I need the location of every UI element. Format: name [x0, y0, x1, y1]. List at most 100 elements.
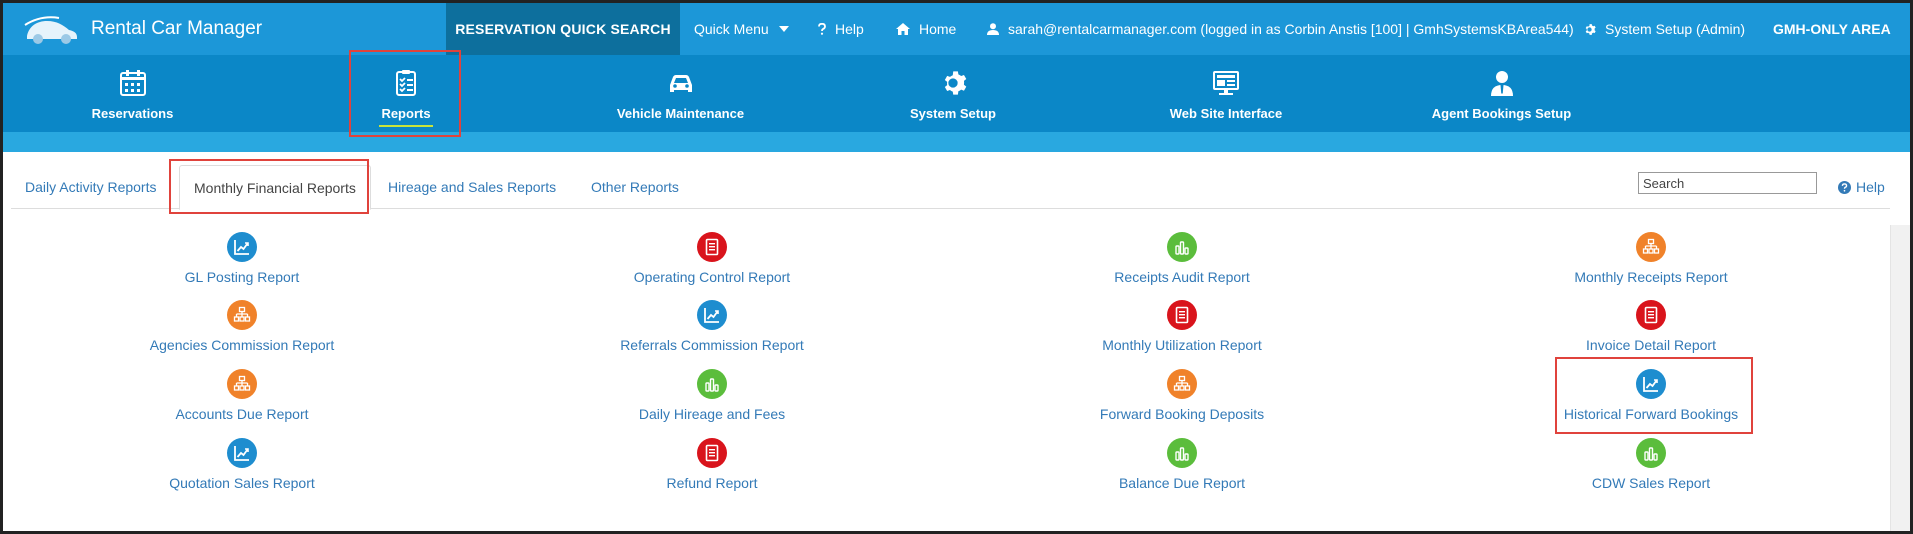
report-link[interactable]: Balance Due Report — [1119, 475, 1245, 491]
nav-accent-strip — [3, 132, 1910, 152]
user-account-link[interactable]: sarah@rentalcarmanager.com (logged in as… — [987, 3, 1574, 55]
chart-icon — [227, 232, 257, 262]
search-input[interactable] — [1638, 172, 1817, 194]
system-setup-admin-link[interactable]: System Setup (Admin) — [1583, 3, 1745, 55]
question-circle-icon — [1838, 180, 1851, 194]
bar-chart-icon — [1644, 447, 1658, 461]
report-item-quotation-sales-report[interactable]: Quotation Sales Report — [82, 438, 402, 491]
document-icon — [1644, 306, 1658, 324]
car-logo-icon — [24, 16, 77, 44]
help-top-link[interactable]: Help — [818, 3, 864, 55]
hierarchy-icon — [227, 300, 257, 330]
brand-name: Rental Car Manager — [91, 18, 263, 39]
nav-reservations-label: Reservations — [91, 106, 174, 121]
nav-reports[interactable]: Reports — [356, 55, 456, 132]
question-icon — [818, 23, 826, 35]
report-link[interactable]: Daily Hireage and Fees — [639, 406, 785, 422]
help-link[interactable]: Help — [1838, 179, 1885, 195]
nav-reservations[interactable]: Reservations — [65, 55, 200, 132]
report-item-historical-forward-bookings[interactable]: Historical Forward Bookings — [1491, 369, 1811, 422]
report-item-monthly-utilization-report[interactable]: Monthly Utilization Report — [1022, 300, 1342, 353]
bar-chart-icon — [705, 378, 719, 392]
report-item-monthly-receipts-report[interactable]: Monthly Receipts Report — [1491, 232, 1811, 285]
report-item-accounts-due-report[interactable]: Accounts Due Report — [82, 369, 402, 422]
report-item-refund-report[interactable]: Refund Report — [552, 438, 872, 491]
car-icon — [669, 75, 692, 92]
report-link[interactable]: CDW Sales Report — [1592, 475, 1710, 491]
clipboard-checklist-icon — [396, 70, 416, 96]
tab-other-reports[interactable]: Other Reports — [591, 165, 679, 209]
report-link[interactable]: Accounts Due Report — [175, 406, 308, 422]
tab-monthly-financial-reports[interactable]: Monthly Financial Reports — [179, 165, 371, 210]
main-nav: Reservations Reports Vehicle Maintenance — [3, 55, 1910, 132]
report-link[interactable]: Quotation Sales Report — [169, 475, 315, 491]
report-item-agencies-commission-report[interactable]: Agencies Commission Report — [82, 300, 402, 353]
chart-icon — [697, 300, 727, 330]
quick-menu-label: Quick Menu — [694, 21, 769, 37]
report-link[interactable]: Refund Report — [666, 475, 757, 491]
report-link[interactable]: Invoice Detail Report — [1586, 337, 1716, 353]
report-link[interactable]: Forward Booking Deposits — [1100, 406, 1264, 422]
agent-icon — [1490, 71, 1513, 96]
nav-agent-bookings-setup-label: Agent Bookings Setup — [1431, 106, 1572, 121]
nav-system-setup[interactable]: System Setup — [893, 55, 1013, 132]
user-label: sarah@rentalcarmanager.com (logged in as… — [1008, 21, 1574, 37]
report-item-invoice-detail-report[interactable]: Invoice Detail Report — [1491, 300, 1811, 353]
report-tabs: Daily Activity Reports Monthly Financial… — [11, 165, 1890, 210]
hierarchy-icon — [233, 375, 251, 391]
document-icon — [705, 238, 719, 256]
scrollbar[interactable] — [1890, 225, 1910, 531]
tab-daily-activity-reports[interactable]: Daily Activity Reports — [25, 165, 156, 209]
report-link[interactable]: Referrals Commission Report — [620, 337, 804, 353]
tab-hireage-and-sales-reports[interactable]: Hireage and Sales Reports — [388, 165, 556, 209]
report-item-gl-posting-report[interactable]: GL Posting Report — [82, 232, 402, 285]
report-link[interactable]: Operating Control Report — [634, 269, 790, 285]
report-item-cdw-sales-report[interactable]: CDW Sales Report — [1491, 438, 1811, 491]
top-bar: Rental Car Manager RESERVATION QUICK SEA… — [3, 3, 1910, 55]
bar-chart-icon — [1167, 232, 1197, 262]
hierarchy-icon — [227, 369, 257, 399]
hierarchy-icon — [1642, 238, 1660, 254]
home-link[interactable]: Home — [896, 3, 956, 55]
report-link[interactable]: Agencies Commission Report — [150, 337, 334, 353]
reservation-quick-search-button[interactable]: RESERVATION QUICK SEARCH — [446, 3, 680, 55]
chart-icon — [1643, 377, 1658, 392]
report-item-daily-hireage-and-fees[interactable]: Daily Hireage and Fees — [552, 369, 872, 422]
chart-icon — [234, 446, 249, 461]
quick-menu-dropdown[interactable]: Quick Menu — [694, 3, 798, 55]
nav-vehicle-maintenance[interactable]: Vehicle Maintenance — [603, 55, 758, 132]
nav-system-setup-label: System Setup — [910, 106, 996, 121]
document-icon — [705, 444, 719, 462]
gear-icon — [944, 71, 967, 95]
hierarchy-icon — [1167, 369, 1197, 399]
report-item-referrals-commission-report[interactable]: Referrals Commission Report — [552, 300, 872, 353]
help-link-label: Help — [1856, 179, 1885, 195]
bar-chart-icon — [1175, 241, 1189, 255]
report-item-forward-booking-deposits[interactable]: Forward Booking Deposits — [1022, 369, 1342, 422]
report-link[interactable]: Monthly Utilization Report — [1102, 337, 1262, 353]
active-nav-underline — [379, 125, 433, 127]
document-icon — [1167, 300, 1197, 330]
gmh-only-area-link[interactable]: GMH-ONLY AREA — [1773, 3, 1891, 55]
bar-chart-icon — [697, 369, 727, 399]
document-icon — [1175, 306, 1189, 324]
nav-web-site-interface-label: Web Site Interface — [1169, 106, 1283, 121]
nav-agent-bookings-setup[interactable]: Agent Bookings Setup — [1424, 55, 1579, 132]
report-link[interactable]: Receipts Audit Report — [1114, 269, 1249, 285]
chart-icon — [704, 308, 719, 323]
report-link[interactable]: Monthly Receipts Report — [1574, 269, 1727, 285]
report-item-balance-due-report[interactable]: Balance Due Report — [1022, 438, 1342, 491]
document-icon — [1636, 300, 1666, 330]
monitor-icon — [1213, 71, 1239, 95]
brand[interactable]: Rental Car Manager — [23, 3, 262, 55]
report-link[interactable]: GL Posting Report — [185, 269, 300, 285]
gear-icon — [1585, 23, 1596, 35]
nav-web-site-interface[interactable]: Web Site Interface — [1156, 55, 1296, 132]
help-top-label: Help — [835, 21, 864, 37]
chart-icon — [1636, 369, 1666, 399]
report-link[interactable]: Historical Forward Bookings — [1564, 406, 1738, 422]
report-item-operating-control-report[interactable]: Operating Control Report — [552, 232, 872, 285]
report-item-receipts-audit-report[interactable]: Receipts Audit Report — [1022, 232, 1342, 285]
chart-icon — [234, 240, 249, 255]
home-label: Home — [919, 21, 957, 37]
